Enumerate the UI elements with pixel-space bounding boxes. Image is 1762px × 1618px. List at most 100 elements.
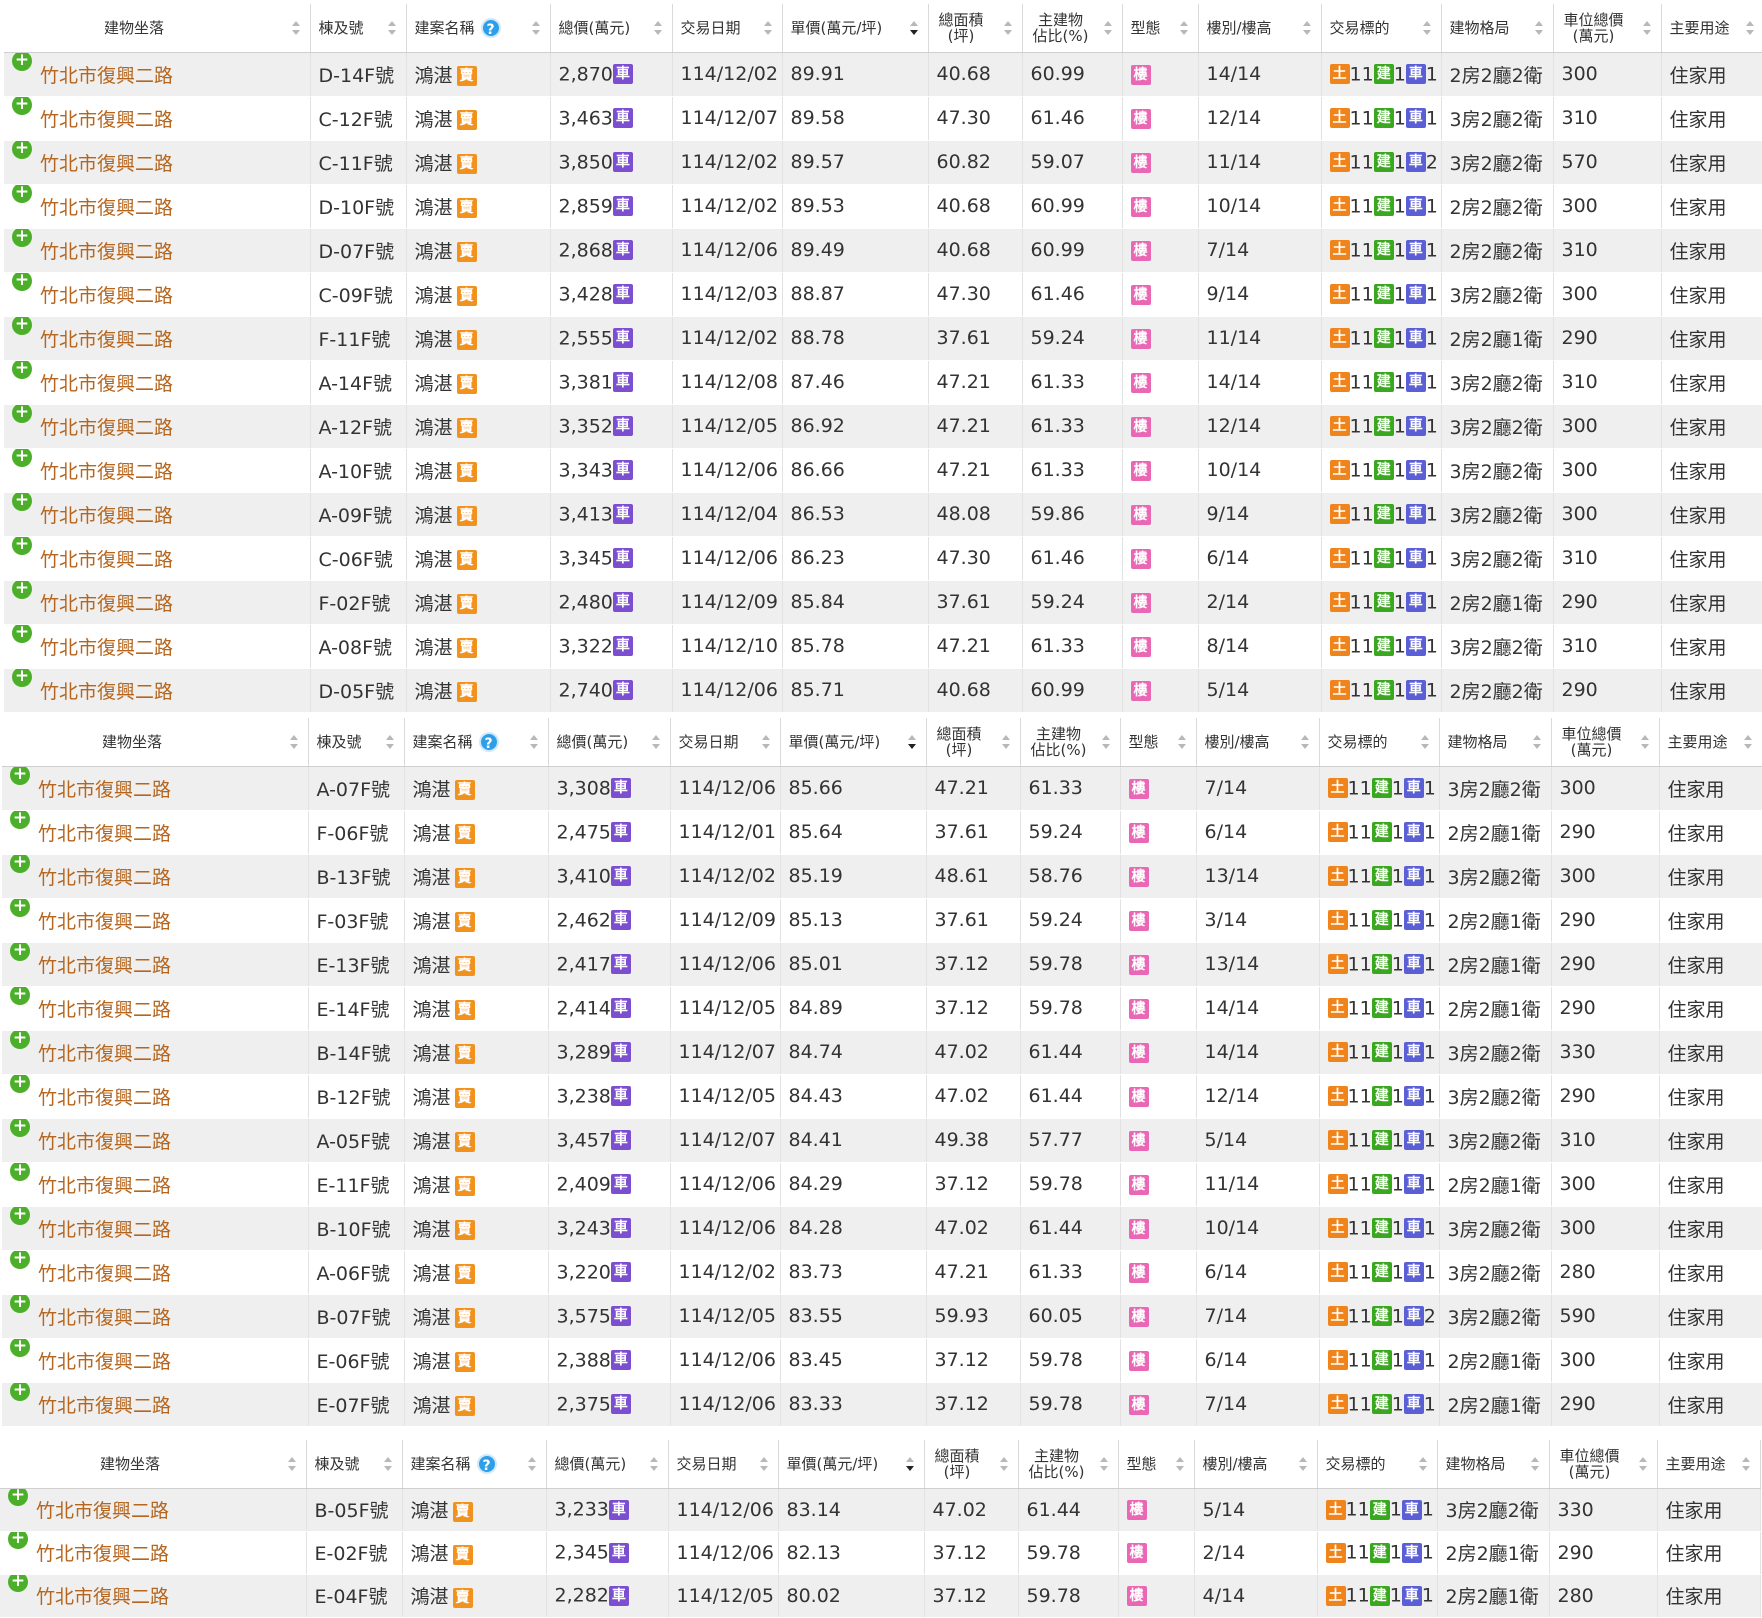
address-link[interactable]: 竹北市復興二路 — [40, 153, 173, 175]
sort-icon[interactable] — [1741, 1456, 1750, 1472]
header-area[interactable]: 總面積 (坪) — [928, 4, 1023, 53]
project-name[interactable]: 鴻湛 — [415, 593, 453, 615]
plus-circle-icon[interactable]: + — [12, 404, 32, 423]
address-link[interactable]: 竹北市復興二路 — [40, 65, 173, 87]
project-name[interactable]: 鴻湛 — [415, 109, 453, 131]
address-link[interactable]: 竹北市復興二路 — [38, 1263, 171, 1285]
header-total-price[interactable]: 總價(萬元) — [546, 1440, 669, 1489]
project-name[interactable]: 鴻湛 — [411, 1500, 449, 1522]
project-name[interactable]: 鴻湛 — [415, 549, 453, 571]
table-row[interactable]: +竹北市復興二路 A-07F號 鴻湛賣 3,308 車 114/12/06 85.66 47.… — [2, 766, 1762, 811]
plus-circle-icon[interactable]: + — [10, 1250, 30, 1269]
plus-circle-icon[interactable]: + — [12, 448, 32, 467]
header-address[interactable]: 建物坐落 — [2, 718, 309, 767]
project-name[interactable]: 鴻湛 — [413, 779, 451, 801]
sort-icon[interactable] — [1418, 1456, 1427, 1472]
sort-icon[interactable] — [649, 1456, 658, 1472]
sort-icon[interactable] — [1743, 734, 1752, 750]
header-layout[interactable]: 建物格局 — [1439, 718, 1552, 767]
address-link[interactable]: 竹北市復興二路 — [40, 197, 173, 219]
plus-circle-icon[interactable]: + — [12, 316, 32, 335]
table-row[interactable]: +竹北市復興二路 B-12F號 鴻湛賣 3,238 車 114/12/05 84.43 47.… — [2, 1074, 1762, 1119]
sort-icon[interactable] — [1745, 20, 1754, 36]
sort-icon[interactable] — [651, 734, 660, 750]
project-name[interactable]: 鴻湛 — [415, 505, 453, 527]
table-row[interactable]: +竹北市復興二路 F-03F號 鴻湛賣 2,462 車 114/12/09 85.13 37.… — [2, 898, 1762, 943]
table-row[interactable]: +竹北市復興二路 C-06F號 鴻湛賣 3,345 車 114/12/06 86.23 47.… — [4, 536, 1762, 581]
header-area[interactable]: 總面積 (坪) — [926, 718, 1021, 767]
address-link[interactable]: 竹北市復興二路 — [40, 461, 173, 483]
header-unit[interactable]: 棟及號 — [310, 4, 407, 53]
sort-icon[interactable] — [387, 20, 396, 36]
sort-icon[interactable] — [529, 734, 538, 750]
project-name[interactable]: 鴻湛 — [413, 1087, 451, 1109]
header-area[interactable]: 總面積 (坪) — [924, 1440, 1019, 1489]
question-icon[interactable]: ? — [478, 731, 499, 752]
sort-icon[interactable] — [385, 734, 394, 750]
sort-icon[interactable] — [1640, 734, 1649, 750]
question-icon[interactable]: ? — [476, 1453, 497, 1474]
plus-circle-icon[interactable]: + — [10, 766, 30, 785]
sort-icon[interactable] — [1638, 1456, 1647, 1472]
header-date[interactable]: 交易日期 — [672, 4, 783, 53]
sort-icon[interactable] — [763, 20, 772, 36]
address-link[interactable]: 竹北市復興二路 — [40, 241, 173, 263]
plus-circle-icon[interactable]: + — [12, 52, 32, 71]
table-row[interactable]: +竹北市復興二路 D-07F號 鴻湛賣 2,868 車 114/12/06 89.49 40.… — [4, 228, 1762, 273]
sort-icon[interactable] — [287, 1456, 296, 1472]
address-link[interactable]: 竹北市復興二路 — [40, 549, 173, 571]
plus-circle-icon[interactable]: + — [10, 1338, 30, 1357]
project-name[interactable]: 鴻湛 — [415, 197, 453, 219]
sort-icon[interactable] — [1532, 734, 1541, 750]
header-project[interactable]: 建案名稱? — [406, 4, 551, 53]
table-row[interactable]: +竹北市復興二路 A-14F號 鴻湛賣 3,381 車 114/12/08 87.46 47.… — [4, 360, 1762, 405]
header-type[interactable]: 型態 — [1122, 4, 1199, 53]
address-link[interactable]: 竹北市復興二路 — [40, 373, 173, 395]
header-floor[interactable]: 樓別/樓高 — [1194, 1440, 1318, 1489]
project-name[interactable]: 鴻湛 — [415, 373, 453, 395]
address-link[interactable]: 竹北市復興二路 — [40, 681, 173, 703]
header-use[interactable]: 主要用途 — [1661, 4, 1762, 53]
sort-icon[interactable] — [1420, 734, 1429, 750]
table-row[interactable]: +竹北市復興二路 D-10F號 鴻湛賣 2,859 車 114/12/02 89.53 40.… — [4, 184, 1762, 229]
project-name[interactable]: 鴻湛 — [415, 153, 453, 175]
table-row[interactable]: +竹北市復興二路 B-13F號 鴻湛賣 3,410 車 114/12/02 85.19 48.… — [2, 854, 1762, 899]
address-link[interactable]: 竹北市復興二路 — [36, 1586, 169, 1608]
table-row[interactable]: +竹北市復興二路 F-11F號 鴻湛賣 2,555 車 114/12/02 88.78 37.… — [4, 316, 1762, 361]
project-name[interactable]: 鴻湛 — [413, 1175, 451, 1197]
header-unit-price[interactable]: 單價(萬元/坪) — [778, 1440, 925, 1489]
plus-circle-icon[interactable]: + — [12, 140, 32, 159]
sort-icon[interactable] — [1101, 734, 1110, 750]
sort-icon[interactable] — [653, 20, 662, 36]
address-link[interactable]: 竹北市復興二路 — [40, 637, 173, 659]
header-address[interactable]: 建物坐落 — [0, 1440, 307, 1489]
project-name[interactable]: 鴻湛 — [413, 1263, 451, 1285]
header-unit[interactable]: 棟及號 — [306, 1440, 403, 1489]
header-parking-price[interactable]: 車位總價 (萬元) — [1553, 4, 1662, 53]
header-target[interactable]: 交易標的 — [1321, 4, 1442, 53]
project-name[interactable]: 鴻湛 — [415, 461, 453, 483]
table-row[interactable]: +竹北市復興二路 F-02F號 鴻湛賣 2,480 車 114/12/09 85.84 37.… — [4, 580, 1762, 625]
header-parking-price[interactable]: 車位總價 (萬元) — [1551, 718, 1660, 767]
sort-icon[interactable] — [1003, 20, 1012, 36]
table-row[interactable]: +竹北市復興二路 B-10F號 鴻湛賣 3,243 車 114/12/06 84.28 47.… — [2, 1206, 1762, 1251]
plus-circle-icon[interactable]: + — [12, 184, 32, 203]
sort-icon[interactable] — [1103, 20, 1112, 36]
table-row[interactable]: +竹北市復興二路 A-12F號 鴻湛賣 3,352 車 114/12/05 86.92 47.… — [4, 404, 1762, 449]
address-link[interactable]: 竹北市復興二路 — [38, 1087, 171, 1109]
project-name[interactable]: 鴻湛 — [411, 1586, 449, 1608]
address-link[interactable]: 竹北市復興二路 — [38, 1351, 171, 1373]
table-row[interactable]: +竹北市復興二路 E-11F號 鴻湛賣 2,409 車 114/12/06 84.29 37.… — [2, 1162, 1762, 1207]
header-target[interactable]: 交易標的 — [1319, 718, 1440, 767]
table-row[interactable]: +竹北市復興二路 A-10F號 鴻湛賣 3,343 車 114/12/06 86.66 47.… — [4, 448, 1762, 493]
plus-circle-icon[interactable]: + — [12, 272, 32, 291]
plus-circle-icon[interactable]: + — [10, 1118, 30, 1137]
address-link[interactable]: 竹北市復興二路 — [38, 779, 171, 801]
sort-icon[interactable] — [531, 20, 540, 36]
address-link[interactable]: 竹北市復興二路 — [36, 1543, 169, 1565]
plus-circle-icon[interactable]: + — [10, 1206, 30, 1225]
table-row[interactable]: +竹北市復興二路 D-05F號 鴻湛賣 2,740 車 114/12/06 85.71 40.… — [4, 668, 1762, 713]
plus-circle-icon[interactable]: + — [10, 942, 30, 961]
sort-icon[interactable] — [1530, 1456, 1539, 1472]
address-link[interactable]: 竹北市復興二路 — [38, 867, 171, 889]
